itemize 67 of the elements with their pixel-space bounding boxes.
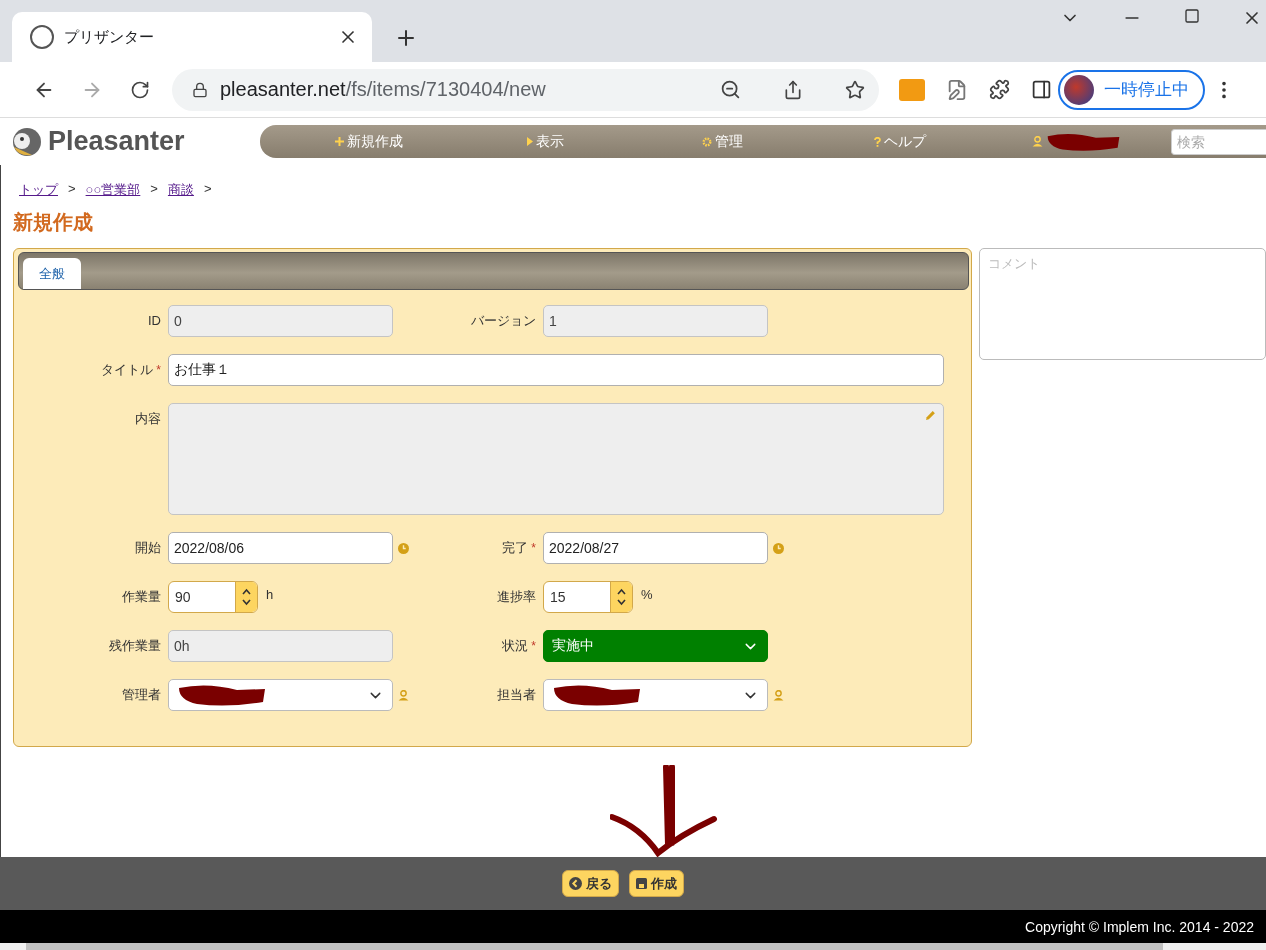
up-down-arrows-icon[interactable] <box>242 587 251 607</box>
status-select[interactable]: 実施中 <box>543 630 768 662</box>
gear-icon <box>702 136 712 147</box>
clock-icon <box>397 542 409 554</box>
field-label: 開始 <box>134 539 162 557</box>
field-label: バージョン <box>470 312 537 330</box>
unit-label: % <box>641 586 653 604</box>
address-bar[interactable]: pleasanter.net/fs/items/7130404/new <box>172 68 879 111</box>
share-icon[interactable] <box>783 79 803 100</box>
user-select[interactable] <box>543 679 768 711</box>
unit-label: h <box>266 586 274 604</box>
puzzle-icon[interactable] <box>989 79 1010 100</box>
tab-title: プリザンター <box>64 27 155 47</box>
breadcrumb-separator: > <box>203 181 212 198</box>
url-host: pleasanter.net <box>220 78 346 101</box>
field-label: 担当者 <box>496 686 537 704</box>
maximize-icon[interactable] <box>1184 8 1200 24</box>
field-label: 管理者 <box>121 686 162 704</box>
site-icon <box>30 25 54 49</box>
date-field[interactable]: 2022/08/06 <box>168 532 393 564</box>
field-label: タイトル * <box>100 361 162 379</box>
reload-icon[interactable] <box>130 79 150 100</box>
browser-tab[interactable]: プリザンター <box>12 12 372 62</box>
page-title: 新規作成 <box>13 210 94 235</box>
search-field[interactable]: 検索 <box>1171 128 1266 155</box>
user-icon <box>1032 136 1043 147</box>
lock-icon <box>192 81 208 98</box>
url-path: /fs/items/7130404/new <box>345 78 547 101</box>
clock-icon <box>772 542 784 554</box>
copyright-text: Copyright © Implem Inc. 2014 - 2022 <box>0 910 1266 943</box>
back-icon <box>569 877 582 890</box>
breadcrumb-separator: > <box>150 181 158 198</box>
date-field[interactable]: 2022/08/27 <box>543 532 768 564</box>
comment-field[interactable]: コメント <box>978 248 1266 360</box>
triangle-icon <box>527 137 533 146</box>
user-select[interactable] <box>168 679 393 711</box>
field-label: 進捗率 <box>496 588 537 606</box>
field-label: 完了 * <box>501 539 537 557</box>
plus-icon <box>334 137 344 146</box>
up-down-arrows-icon[interactable] <box>617 587 626 607</box>
side-panel-icon[interactable] <box>1031 79 1052 100</box>
breadcrumb-link[interactable]: 商談 <box>167 181 194 199</box>
number-spinner[interactable]: 15 <box>543 581 633 613</box>
star-icon[interactable] <box>845 79 865 100</box>
title-field[interactable]: お仕事１ <box>168 354 944 386</box>
profile-button[interactable]: 一時停止中 <box>1058 69 1205 110</box>
field-label: 作業量 <box>121 588 162 606</box>
field-label: ID <box>147 312 162 330</box>
field-label: 残作業量 <box>108 637 162 655</box>
user-icon <box>397 689 409 701</box>
logo-text: Pleasanter <box>48 126 185 157</box>
avatar <box>1064 74 1094 105</box>
breadcrumb-separator: > <box>68 181 76 198</box>
field-label: 状況 * <box>501 637 537 655</box>
back-button[interactable]: 戻る <box>562 870 619 897</box>
scrollbar-thumb[interactable] <box>26 943 1163 950</box>
create-button[interactable]: 作成 <box>629 870 684 897</box>
user-icon <box>772 689 784 701</box>
form-tab[interactable]: 全般 <box>23 258 81 289</box>
zoom-out-icon[interactable] <box>720 79 741 100</box>
breadcrumb-link[interactable]: ○○営業部 <box>85 181 141 199</box>
save-icon <box>636 878 647 889</box>
field-label: 内容 <box>134 410 162 428</box>
notes-icon[interactable] <box>946 78 968 101</box>
breadcrumb-link[interactable]: トップ <box>19 181 58 199</box>
help-icon <box>873 136 881 147</box>
number-spinner[interactable]: 90 <box>168 581 258 613</box>
